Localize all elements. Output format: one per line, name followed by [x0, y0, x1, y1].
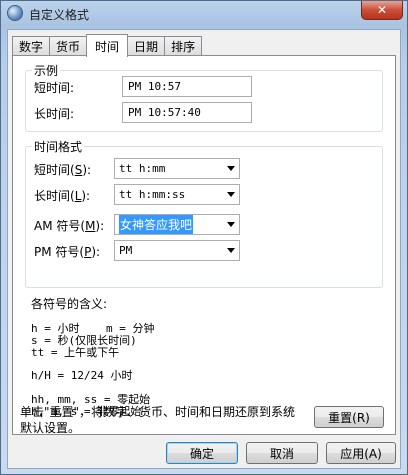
chevron-down-icon[interactable] [223, 241, 239, 260]
am-symbol-label-main: AM 符号( [34, 219, 86, 233]
long-time-label-main: 长时间( [34, 189, 75, 203]
globe-icon [7, 5, 23, 21]
close-icon: ✕ [376, 3, 388, 17]
pm-symbol-label: PM 符号(P): [34, 243, 100, 260]
short-time-label: 短时间(S): [34, 161, 91, 178]
tab-time[interactable]: 时间 [86, 34, 129, 57]
chevron-down-icon[interactable] [223, 215, 239, 234]
dialog-client: 数字 货币 时间 日期 排序 示例 短时间: PM 10:57 长时间: PM … [7, 29, 401, 469]
am-symbol-label: AM 符号(M): [34, 217, 104, 234]
title-bar[interactable]: 自定义格式 ✕ [1, 1, 407, 27]
am-symbol-label-key: M [85, 219, 96, 233]
time-format-group: 时间格式 短时间(S): tt h:mm 长时间(L): tt h:mm:ss … [25, 138, 383, 288]
short-time-label-tail: ): [82, 163, 92, 177]
tab-number[interactable]: 数字 [12, 36, 51, 56]
example-short-field: PM 10:57 [122, 76, 252, 97]
dialog-window: 自定义格式 ✕ 数字 货币 时间 日期 排序 示例 短时间: PM 10:57 … [0, 0, 408, 475]
long-time-value: tt h:mm:ss [119, 188, 186, 201]
help-line-12-24: h/H = 12/24 小时 [31, 369, 133, 382]
pm-symbol-value: PM [119, 244, 133, 257]
pm-symbol-label-tail: ): [91, 245, 101, 259]
example-legend: 示例 [32, 62, 61, 79]
help-line-ampm: tt = 上午或下午 [31, 346, 120, 359]
reset-hint: 单击"重置"，将数字、货币、时间和日期还原到系统默认设置。 [20, 405, 296, 435]
close-button[interactable]: ✕ [361, 1, 403, 20]
am-symbol-combo[interactable]: 女神答应我吧 [114, 214, 240, 235]
pm-symbol-label-main: PM 符号( [34, 245, 85, 259]
short-time-label-main: 短时间( [34, 163, 75, 177]
tab-currency[interactable]: 货币 [49, 36, 88, 56]
chevron-down-icon[interactable] [223, 185, 239, 204]
symbols-heading: 各符号的含义: [31, 297, 108, 311]
am-symbol-label-tail: ): [95, 219, 105, 233]
long-time-label: 长时间(L): [34, 187, 90, 204]
pm-symbol-combo[interactable]: PM [114, 240, 240, 261]
short-time-combo[interactable]: tt h:mm [114, 158, 240, 179]
time-format-legend: 时间格式 [32, 138, 85, 155]
am-symbol-value[interactable]: 女神答应我吧 [115, 215, 223, 234]
ok-button[interactable]: 确定 [166, 442, 238, 464]
example-short-label: 短时间: [34, 81, 75, 95]
reset-button[interactable]: 重置(R) [314, 406, 384, 428]
window-title: 自定义格式 [29, 8, 90, 22]
time-tab-panel: 示例 短时间: PM 10:57 长时间: PM 10:57:40 时间格式 短… [12, 55, 396, 435]
cancel-button[interactable]: 取消 [246, 442, 318, 464]
am-symbol-text: 女神答应我吧 [119, 215, 194, 234]
tab-strip: 数字 货币 时间 日期 排序 [12, 34, 203, 57]
tab-sort[interactable]: 排序 [164, 36, 203, 56]
example-long-label: 长时间: [34, 107, 75, 121]
short-time-value: tt h:mm [119, 162, 166, 175]
long-time-label-tail: ): [81, 189, 91, 203]
apply-button[interactable]: 应用(A) [326, 442, 396, 464]
long-time-combo[interactable]: tt h:mm:ss [114, 184, 240, 205]
tab-date[interactable]: 日期 [127, 36, 166, 56]
example-group: 示例 短时间: PM 10:57 长时间: PM 10:57:40 [25, 62, 383, 132]
example-long-field: PM 10:57:40 [122, 102, 252, 123]
chevron-down-icon[interactable] [223, 159, 239, 178]
